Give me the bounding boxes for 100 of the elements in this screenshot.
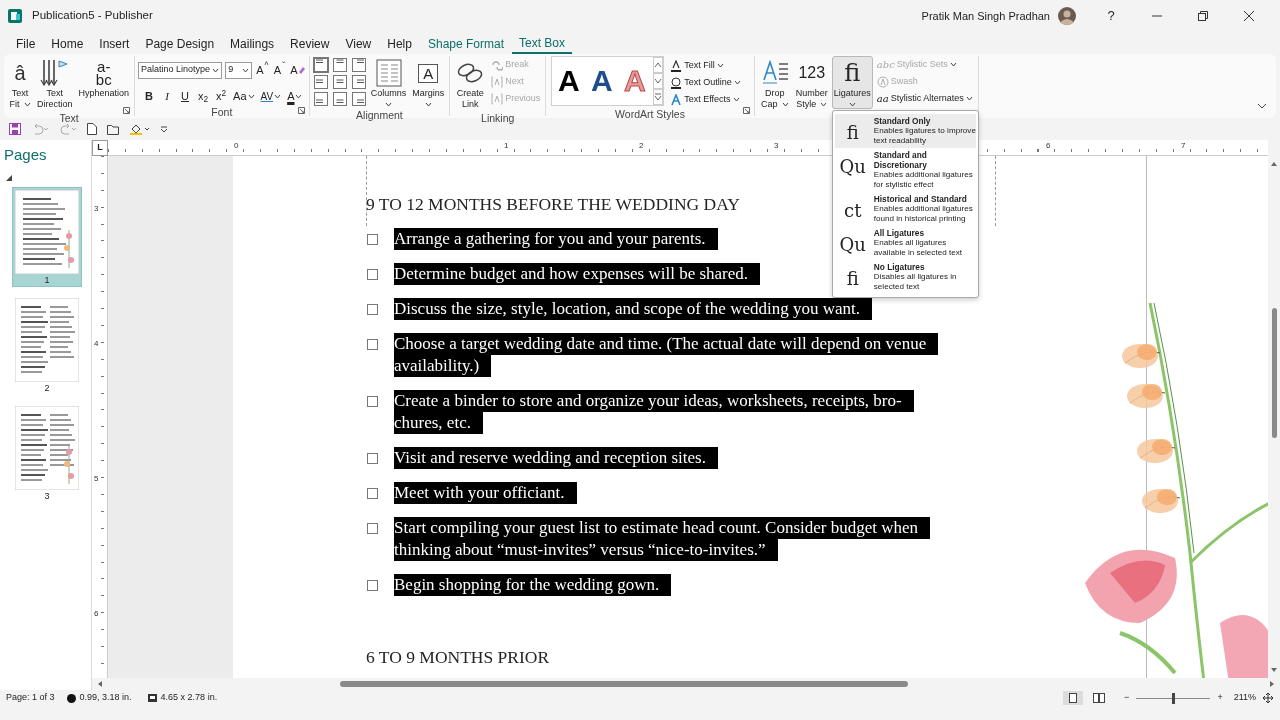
group-label: Font	[211, 106, 233, 118]
slider-thumb[interactable]	[1172, 692, 1176, 704]
character-spacing-button[interactable]: AV	[259, 86, 283, 106]
dropdown-icon	[160, 125, 168, 133]
single-page-view-button[interactable]	[1063, 691, 1084, 705]
new-button[interactable]	[86, 122, 98, 136]
ligatures-button[interactable]: fi Ligatures	[831, 56, 873, 109]
text-direction-icon	[39, 58, 70, 88]
page-thumbnail[interactable]: 1	[12, 186, 82, 287]
hyphenation-button[interactable]: a- bc Hyphenation	[76, 56, 132, 101]
italic-button[interactable]: I	[160, 86, 175, 106]
stylistic-alternates-button[interactable]: aa Stylistic Alternates	[874, 90, 975, 107]
ribbon-tab[interactable]: Mailings	[222, 32, 283, 54]
align-button[interactable]	[331, 57, 348, 73]
ribbon-tab[interactable]: View	[337, 32, 380, 54]
checkbox[interactable]	[367, 523, 378, 534]
ribbon-tab[interactable]: File	[8, 32, 44, 54]
ruler-number: 1	[504, 140, 509, 152]
checkbox[interactable]	[367, 269, 378, 280]
align-button[interactable]	[312, 91, 329, 107]
paint-bucket-icon	[130, 123, 150, 135]
font-color-button[interactable]: A	[286, 86, 304, 106]
clear-formatting-button[interactable]: A	[289, 60, 306, 80]
launcher-icon	[297, 107, 305, 114]
checklist-text: Create a binder to store and organize your ideas, worksheets, receipts, bro- chures, etc.	[394, 390, 914, 434]
create-link-button[interactable]: Create Link	[453, 56, 488, 112]
superscript-button[interactable]: x$^{2}$	[214, 86, 229, 106]
menu-item[interactable]: ct Historical and Standard Enables additional ligatures found in historical printing	[834, 192, 976, 226]
ribbon-tab[interactable]: Help	[379, 32, 420, 54]
checkbox[interactable]	[367, 580, 378, 591]
align-button[interactable]	[312, 74, 329, 90]
customize-toolbar-button[interactable]	[159, 124, 169, 134]
checkbox[interactable]	[367, 396, 378, 407]
dialog-launcher[interactable]	[741, 106, 751, 115]
dialog-launcher[interactable]	[122, 106, 132, 115]
dialog-launcher[interactable]	[296, 106, 306, 115]
underline-button[interactable]: U	[178, 86, 193, 106]
checkbox[interactable]	[367, 453, 378, 464]
wordart-style[interactable]: A	[585, 65, 619, 97]
align-button[interactable]	[331, 74, 348, 90]
text-fill-button[interactable]: Text Fill	[668, 57, 743, 74]
save-button[interactable]	[8, 122, 22, 136]
checklist-text: Discuss the size, style, location, and scope of the wedding you want.	[394, 298, 872, 320]
align-button[interactable]	[350, 74, 367, 90]
help-button[interactable]: ?	[1088, 0, 1134, 32]
text-alignment-icon	[332, 92, 347, 106]
text-fit-button[interactable]: â Text Fit	[7, 56, 33, 112]
page-thumbnail[interactable]: 3	[12, 402, 82, 503]
more-icon	[654, 93, 663, 101]
page-thumbnail[interactable]: 2	[12, 294, 82, 395]
ribbon-tab[interactable]: Shape Format	[419, 32, 512, 54]
shrink-font-button[interactable]: A$^{ˇ}$	[272, 60, 287, 80]
checkbox[interactable]	[367, 234, 378, 245]
text-alignment-icon	[332, 75, 347, 89]
menu-item[interactable]: fi Standard Only Enables ligatures to improve text readability	[834, 114, 976, 148]
collapse-triangle-icon	[6, 174, 12, 181]
align-button[interactable]	[350, 91, 367, 107]
margins-button[interactable]: A Margins	[410, 56, 447, 109]
zoom-out-button[interactable]: −	[1123, 690, 1131, 706]
align-button[interactable]	[350, 57, 367, 73]
align-button[interactable]	[312, 57, 329, 73]
text-outline-button[interactable]: Text Outline	[668, 74, 743, 91]
font-name-field[interactable]: Palatino Linotype	[138, 61, 223, 79]
ribbon-tab[interactable]: Review	[282, 32, 338, 54]
zoom-in-button[interactable]: +	[1216, 690, 1224, 706]
fill-color-button[interactable]	[129, 122, 151, 136]
ruler-number: 7	[1181, 140, 1186, 152]
gallery-down-button[interactable]	[653, 73, 664, 89]
menu-item[interactable]: fi No Ligatures Disables all ligatures in selected text	[834, 260, 976, 294]
align-button[interactable]	[331, 91, 348, 107]
drop-cap-button[interactable]: Drop Cap	[757, 56, 792, 112]
ribbon-tab[interactable]: Page Design	[137, 32, 223, 54]
number-style-button[interactable]: 123 Number Style	[793, 56, 830, 112]
group-label: WordArt Styles	[615, 108, 685, 120]
scrollbar-thumb[interactable]	[340, 681, 908, 688]
subscript-button[interactable]: x$_{2}$	[196, 86, 211, 106]
gallery-more-button[interactable]	[653, 89, 664, 105]
bold-button[interactable]: B	[142, 86, 157, 106]
change-case-button[interactable]: Aa	[232, 86, 256, 106]
fit-page-button[interactable]	[1262, 692, 1274, 704]
grow-font-button[interactable]: A$^{^}$	[255, 60, 270, 80]
eraser-icon	[298, 66, 305, 74]
gallery-up-button[interactable]	[653, 57, 664, 73]
checkbox[interactable]	[367, 488, 378, 499]
checkbox[interactable]	[367, 304, 378, 315]
text-direction-button[interactable]: Text Direction	[35, 56, 75, 112]
checkbox[interactable]	[367, 339, 378, 350]
pane-title: Pages	[4, 145, 47, 165]
font-size-field[interactable]: 9	[225, 61, 253, 79]
open-button[interactable]	[106, 122, 121, 136]
ribbon-tab[interactable]: Insert	[91, 32, 138, 54]
ribbon-tab[interactable]: Home	[43, 32, 92, 54]
scrollbar-thumb[interactable]	[1271, 308, 1277, 438]
columns-button[interactable]: Columns	[368, 56, 409, 109]
collapse-ribbon-button[interactable]	[1256, 102, 1268, 110]
text-alignment-icon	[313, 58, 328, 72]
wordart-style[interactable]: A	[552, 65, 586, 97]
tab-selector[interactable]: L	[92, 140, 108, 156]
folder-icon	[107, 123, 120, 135]
text-effects-button[interactable]: Text Effects	[668, 91, 743, 108]
